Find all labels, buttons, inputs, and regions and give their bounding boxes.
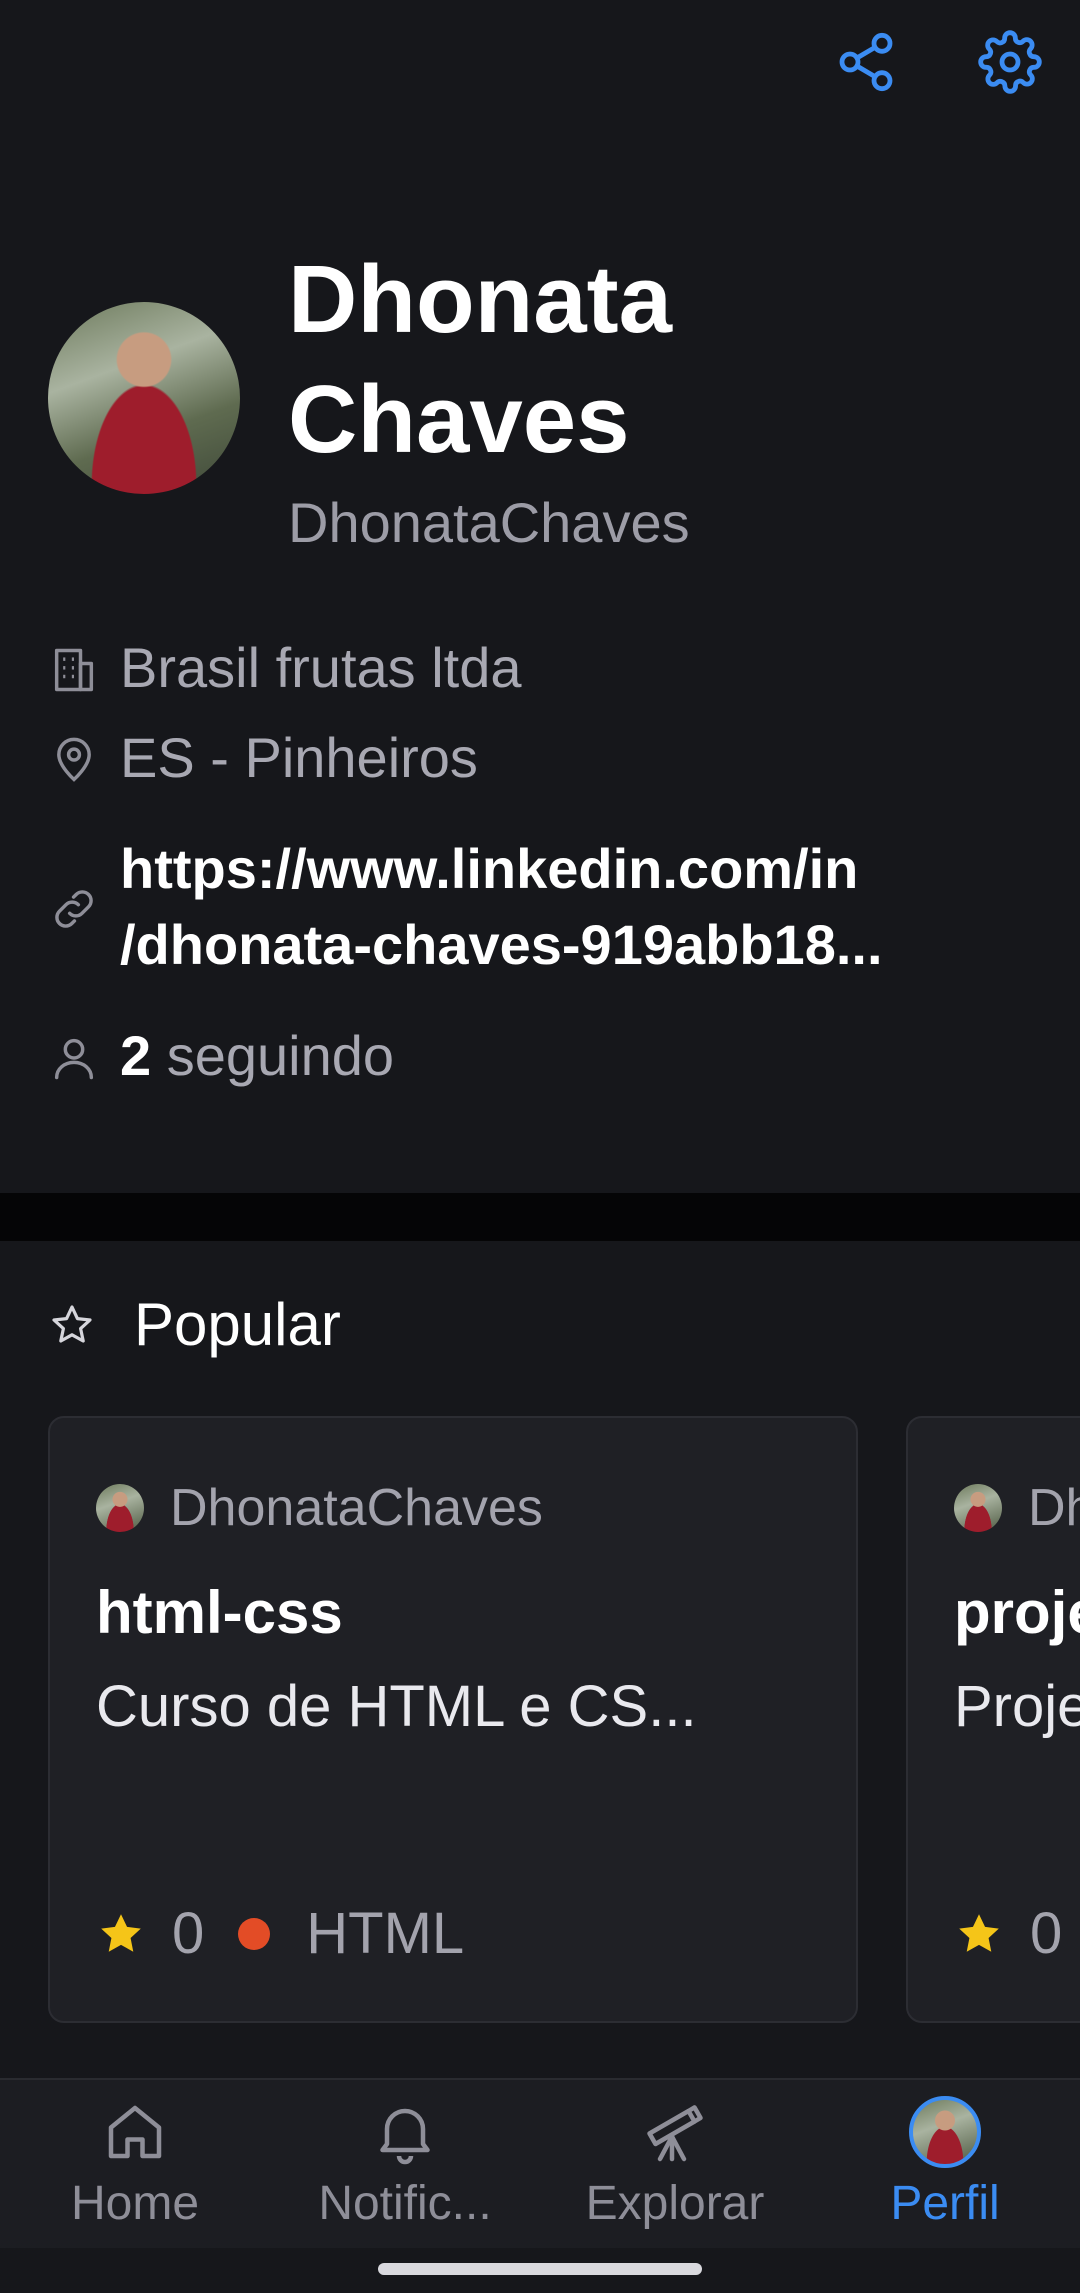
nav-explore[interactable]: Explorar xyxy=(540,2080,810,2248)
repo-stars: 0 xyxy=(1030,1901,1063,1966)
display-name-line2: Chaves xyxy=(288,366,630,473)
repo-owner-name: DhonataChaves xyxy=(170,1479,543,1537)
following-text: 2 seguindo xyxy=(120,1021,394,1091)
repo-card[interactable]: DhonataChaves projeto Projeto 0 xyxy=(906,1416,1080,2023)
home-indicator[interactable] xyxy=(378,2263,702,2275)
name-block: Dhonata Chaves DhonataChaves xyxy=(288,240,988,558)
nav-notifications[interactable]: Notific... xyxy=(270,2080,540,2248)
profile-link-line1: https://www.linkedin.com/in xyxy=(120,837,859,900)
bell-icon xyxy=(369,2096,441,2168)
repo-owner: DhonataChaves xyxy=(954,1478,1080,1538)
company-row: Brasil frutas ltda xyxy=(48,625,1040,711)
star-filled-icon xyxy=(101,1913,141,1952)
avatar xyxy=(909,2096,981,2168)
star-outline-icon xyxy=(48,1301,96,1349)
share-icon xyxy=(839,32,893,92)
person-icon xyxy=(48,1030,100,1082)
gear-icon xyxy=(978,30,1042,94)
home-icon xyxy=(99,2096,171,2168)
nav-profile[interactable]: Perfil xyxy=(810,2080,1080,2248)
settings-button[interactable] xyxy=(978,30,1042,94)
profile-info: Brasil frutas ltda ES - Pinheiros https:… xyxy=(48,625,1040,1091)
company-text: Brasil frutas ltda xyxy=(120,636,522,699)
nav-explore-label: Explorar xyxy=(585,2177,765,2230)
nav-notifications-label: Notific... xyxy=(318,2177,492,2230)
building-icon xyxy=(48,642,100,694)
location-pin-icon xyxy=(48,732,100,784)
following-label: seguindo xyxy=(166,1024,395,1087)
repo-name: projeto xyxy=(954,1579,1080,1646)
repo-language: HTML xyxy=(306,1901,465,1966)
display-name: Dhonata Chaves xyxy=(288,240,988,480)
repo-owner-name: DhonataChaves xyxy=(1028,1479,1080,1537)
profile-header: Dhonata Chaves DhonataChaves xyxy=(48,240,1040,558)
profile-avatar[interactable] xyxy=(48,302,240,494)
repo-name: html-css xyxy=(96,1579,343,1646)
popular-header: Popular xyxy=(48,1290,341,1359)
nav-home[interactable]: Home xyxy=(0,2080,270,2248)
popular-repos: DhonataChaves html-css Curso de HTML e C… xyxy=(48,1416,1080,2023)
profile-link[interactable]: https://www.linkedin.com/in /dhonata-cha… xyxy=(120,831,1040,983)
share-button[interactable] xyxy=(834,30,898,94)
telescope-icon xyxy=(639,2096,711,2168)
repo-stats: 0 HTML xyxy=(96,1900,464,1967)
popular-title: Popular xyxy=(134,1291,341,1358)
repo-card[interactable]: DhonataChaves html-css Curso de HTML e C… xyxy=(48,1416,858,2023)
section-divider xyxy=(0,1193,1080,1241)
link-row[interactable]: https://www.linkedin.com/in /dhonata-cha… xyxy=(48,831,1040,983)
star-filled-icon xyxy=(959,1913,999,1952)
profile-link-line2: /dhonata-chaves-919abb18... xyxy=(120,913,883,976)
repo-description: Curso de HTML e CS... xyxy=(96,1674,697,1739)
following-count: 2 xyxy=(120,1024,152,1087)
language-dot xyxy=(238,1917,271,1950)
repo-stats: 0 xyxy=(954,1900,1062,1967)
location-text: ES - Pinheiros xyxy=(120,726,478,789)
location-row: ES - Pinheiros xyxy=(48,715,1040,801)
link-icon xyxy=(48,881,100,933)
top-actions xyxy=(834,30,1042,94)
display-name-line1: Dhonata xyxy=(288,246,672,353)
nav-profile-label: Perfil xyxy=(890,2177,1000,2230)
username: DhonataChaves xyxy=(288,491,690,554)
repo-owner: DhonataChaves xyxy=(96,1478,810,1538)
bottom-navigation: Home Notific... Explorar Perfil xyxy=(0,2078,1080,2248)
profile-screen: Dhonata Chaves DhonataChaves Brasil frut… xyxy=(0,0,1080,2293)
repo-stars: 0 xyxy=(172,1901,205,1966)
owner-avatar xyxy=(954,1484,1002,1532)
repo-description: Projeto xyxy=(954,1674,1080,1739)
nav-home-label: Home xyxy=(70,2177,200,2230)
owner-avatar xyxy=(96,1484,144,1532)
following-row[interactable]: 2 seguindo xyxy=(48,1021,1040,1091)
